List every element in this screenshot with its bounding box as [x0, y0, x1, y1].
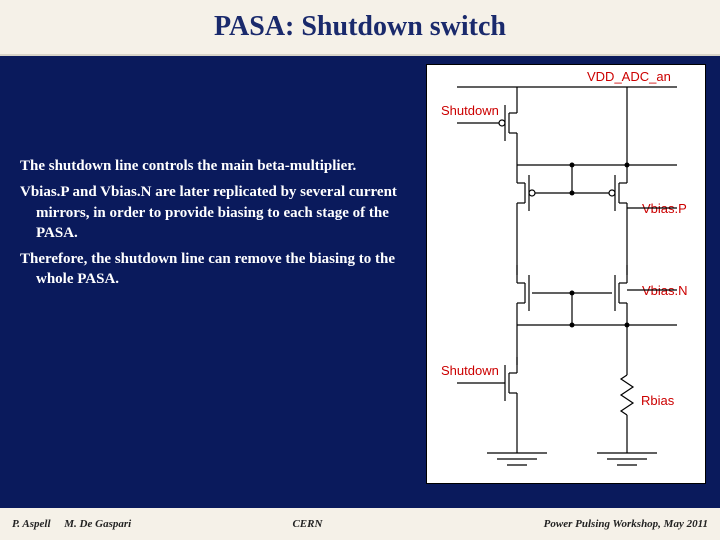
schematic-svg: VDD_ADC_an Shutdown [427, 65, 707, 485]
label-vdd: VDD_ADC_an [587, 69, 671, 84]
paragraph-1: The shutdown line controls the main beta… [20, 156, 400, 176]
footer-event: Power Pulsing Workshop, May 2011 [544, 518, 708, 530]
content-area: The shutdown line controls the main beta… [0, 56, 720, 508]
label-shutdown-bottom: Shutdown [441, 363, 499, 378]
footer-org: CERN [71, 518, 543, 530]
footer: P. Aspell M. De Gaspari CERN Power Pulsi… [0, 508, 720, 540]
label-rbias: Rbias [641, 393, 675, 408]
slide-root: PASA: Shutdown switch The shutdown line … [0, 0, 720, 540]
body-text: The shutdown line controls the main beta… [20, 156, 400, 296]
label-shutdown-top: Shutdown [441, 103, 499, 118]
title-bar: PASA: Shutdown switch [0, 0, 720, 56]
circuit-schematic: VDD_ADC_an Shutdown [426, 64, 706, 484]
author-1: P. Aspell [12, 518, 51, 530]
paragraph-3: Therefore, the shutdown line can remove … [20, 249, 400, 290]
slide-title: PASA: Shutdown switch [214, 11, 506, 43]
paragraph-2: Vbias.P and Vbias.N are later replicated… [20, 182, 400, 243]
